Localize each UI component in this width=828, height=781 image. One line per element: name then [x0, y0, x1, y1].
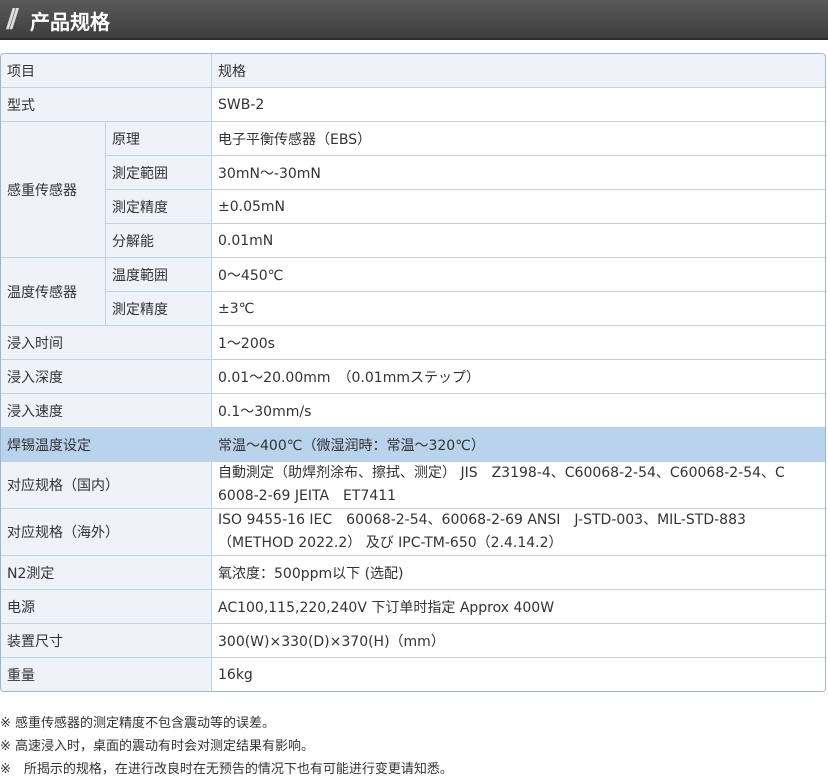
row-value: 300(W)×330(D)×370(H)（mm）: [212, 624, 825, 658]
group-label-temp-sensor: 温度传感器: [1, 258, 106, 326]
table-row: 对应规格（海外） ISO 9455-16 IEC 60068-2-54、6006…: [1, 509, 825, 556]
table-row: 測定範囲 30mN～-30mN: [1, 156, 825, 190]
sub-row-label: 分解能: [106, 224, 212, 258]
row-value: 常温～400℃（微湿润時：常温～320℃）: [212, 428, 825, 462]
row-value: 0～450℃: [212, 258, 825, 292]
row-label: 浸入时间: [1, 326, 212, 360]
slash-decoration-icon: //: [6, 4, 19, 34]
row-label: 装置尺寸: [1, 624, 212, 658]
table-row: 重量 16kg: [1, 658, 825, 691]
table-row: 型式 SWB-2: [1, 88, 825, 122]
table-row: 浸入深度 0.01～20.00mm （0.01mmステップ）: [1, 360, 825, 394]
table-row: 測定精度 ±3℃: [1, 292, 825, 326]
footnote: ※ 高速浸入时，桌面的震动有时会对测定结果有影响。: [0, 739, 315, 754]
row-value: 16kg: [212, 658, 825, 691]
row-value: SWB-2: [212, 88, 825, 122]
footnote: ※ 所揭示的规格，在进行改良时在无预告的情况下也有可能进行变更请知悉。: [0, 762, 453, 777]
row-value: ISO 9455-16 IEC 60068-2-54、60068-2-69 AN…: [212, 509, 825, 556]
table-header-row: 项目 规格: [1, 54, 825, 88]
row-value: 0.01～20.00mm （0.01mmステップ）: [212, 360, 825, 394]
table-row: 装置尺寸 300(W)×330(D)×370(H)（mm）: [1, 624, 825, 658]
row-value: ±3℃: [212, 292, 825, 326]
row-label: 重量: [1, 658, 212, 691]
table-row: 温度传感器 温度範囲 0～450℃: [1, 258, 825, 326]
table-row: 浸入速度 0.1～30mm/s: [1, 394, 825, 428]
sub-row-label: 測定精度: [106, 292, 212, 326]
row-value: AC100,115,220,240V 下订单时指定 Approx 400W: [212, 590, 825, 624]
row-value: 氧浓度：500ppm以下 (选配): [212, 556, 825, 590]
footnote: ※ 感重传感器的测定精度不包含震动等的误差。: [0, 716, 276, 731]
row-value: ±0.05mN: [212, 190, 825, 224]
row-label: N2測定: [1, 556, 212, 590]
spec-table-container: 项目 规格 型式 SWB-2 感重传感器 原理 电子平衡传感器（EBS） 測定範…: [0, 53, 826, 692]
sub-row-label: 測定精度: [106, 190, 212, 224]
table-row: 測定精度 ±0.05mN: [1, 190, 825, 224]
row-value: 电子平衡传感器（EBS）: [212, 122, 825, 156]
row-label: 浸入深度: [1, 360, 212, 394]
table-row: 浸入时间 1～200s: [1, 326, 825, 360]
row-value: 0.01mN: [212, 224, 825, 258]
table-row-highlighted: 焊锡温度设定 常温～400℃（微湿润時：常温～320℃）: [1, 428, 825, 462]
row-label: 型式: [1, 88, 212, 122]
sub-row-label: 測定範囲: [106, 156, 212, 190]
row-label: 焊锡温度设定: [1, 428, 212, 462]
row-label: 电源: [1, 590, 212, 624]
footnotes: ※ 感重传感器的测定精度不包含震动等的误差。 ※ 高速浸入时，桌面的震动有时会对…: [0, 712, 828, 781]
row-value: 1～200s: [212, 326, 825, 360]
row-value: 0.1～30mm/s: [212, 394, 825, 428]
table-row: 感重传感器 原理 电子平衡传感器（EBS）: [1, 122, 825, 258]
row-label: 对应规格（国内）: [1, 462, 212, 509]
row-value: 30mN～-30mN: [212, 156, 825, 190]
section-title: 产品规格: [30, 10, 110, 34]
table-row: 分解能 0.01mN: [1, 224, 825, 258]
sub-row-label: 温度範囲: [106, 258, 212, 292]
table-row: 电源 AC100,115,220,240V 下订单时指定 Approx 400W: [1, 590, 825, 624]
header-item-cell: 项目: [1, 54, 212, 88]
row-label: 浸入速度: [1, 394, 212, 428]
group-label-weight-sensor: 感重传感器: [1, 122, 106, 258]
table-row: N2測定 氧浓度：500ppm以下 (选配): [1, 556, 825, 590]
section-header: // 产品规格: [0, 0, 828, 40]
spec-table: 项目 规格 型式 SWB-2 感重传感器 原理 电子平衡传感器（EBS） 測定範…: [0, 53, 826, 692]
sub-row-label: 原理: [106, 122, 212, 156]
header-spec-cell: 规格: [212, 54, 825, 88]
table-row: 对应规格（国内） 自動測定（助焊剂涂布、擦拭、测定） JIS Z3198-4、C…: [1, 462, 825, 509]
row-label: 对应规格（海外）: [1, 509, 212, 556]
row-value: 自動測定（助焊剂涂布、擦拭、测定） JIS Z3198-4、C60068-2-5…: [212, 462, 825, 509]
